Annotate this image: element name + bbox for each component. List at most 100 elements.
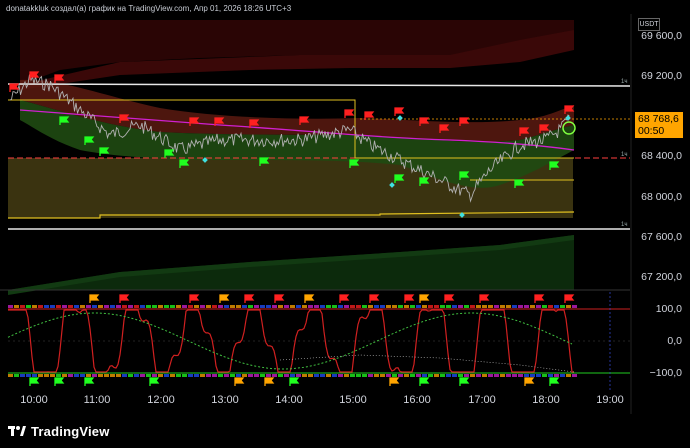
osc-bottom-dot [140,374,145,377]
osc-bottom-dot [500,374,505,377]
white-level-top [7,83,631,87]
price-tick-68000: 68 000,0 [641,191,682,203]
osc-top-dot [110,305,115,308]
tradingview-logo[interactable]: TradingView [8,424,110,439]
osc-top-dot [506,305,511,308]
osc-top-dot [488,305,493,308]
time-tick-1000: 10:00 [20,394,48,406]
osc-bottom-dot [440,374,445,377]
osc-bottom-dot [452,374,457,377]
price-tick-67200: 67 200,0 [641,271,682,283]
osc-bottom-dot [542,374,547,377]
osc-orange-flag [89,294,100,303]
osc-bottom-dot [308,374,313,377]
osc-top-dot [404,305,409,308]
osc-top-dot [140,305,145,308]
osc-bottom-dot [326,374,331,377]
osc-top-dot [476,305,481,308]
osc-buy-flag [54,377,65,386]
osc-sell-flag [339,294,350,303]
osc-bottom-dot [572,374,577,377]
osc-bottom-dot [122,374,127,377]
osc-top-dot [62,305,67,308]
osc-bottom-dot [104,374,109,377]
osc-top-dot [26,305,31,308]
osc-top-dot [176,305,181,308]
osc-top-dot [524,305,529,308]
osc-top-dot [350,305,355,308]
osc-bottom-dot [356,374,361,377]
osc-top-dot [302,305,307,308]
osc-top-dot [500,305,505,308]
osc-bottom-dot [380,374,385,377]
osc-bottom-dot [176,374,181,377]
osc-top-dot [416,305,421,308]
osc-bottom-dot [488,374,493,377]
osc-bottom-dot [62,374,67,377]
osc-top-dot [92,305,97,308]
osc-bottom-dot [506,374,511,377]
osc-top-dot [296,305,301,308]
current-price-tag: 68 768,6 00:50 [635,112,683,138]
osc-bottom-dot [20,374,25,377]
osc-top-dot [32,305,37,308]
osc-top-dot [8,305,13,308]
osc-top-dot [458,305,463,308]
osc-bottom-dot [152,374,157,377]
osc-top-dot [464,305,469,308]
osc-bottom-dot [284,374,289,377]
time-tick-1400: 14:00 [275,394,303,406]
osc-bottom-dot [314,374,319,377]
osc-bottom-dot [560,374,565,377]
osc-top-dot [356,305,361,308]
osc-bottom-dot [38,374,43,377]
osc-sell-flag [534,294,545,303]
osc-top-dot [170,305,175,308]
osc-top-dot [338,305,343,308]
osc-top-dot [248,305,253,308]
osc-top-dot [392,305,397,308]
osc-bottom-dot [236,374,241,377]
osc-bottom-dot [404,374,409,377]
osc-orange-flag [304,294,315,303]
osc-bottom-dot [362,374,367,377]
osc-bottom-dot [188,374,193,377]
osc-top-dot [548,305,553,308]
osc-top-dot [242,305,247,308]
time-tick-1500: 15:00 [339,394,367,406]
osc-top-dot [446,305,451,308]
osc-top-dot [428,305,433,308]
osc-sell-flag [444,294,455,303]
osc-sell-flag [404,294,415,303]
osc-bottom-dot [296,374,301,377]
osc-sell-flag [244,294,255,303]
osc-bottom-dot [26,374,31,377]
osc-buy-flag [149,377,160,386]
osc-top-dot [368,305,373,308]
osc-top-dot [236,305,241,308]
osc-orange-flag [419,294,430,303]
osc-top-dot [44,305,49,308]
osc-tick-0: 0,0 [667,335,682,347]
sell-flag [9,83,20,92]
osc-bottom-dot [290,374,295,377]
osc-top-dot [182,305,187,308]
chart-canvas[interactable] [0,0,690,448]
osc-orange-low-flag [234,377,245,386]
osc-bottom-dot [218,374,223,377]
osc-bottom-dot [374,374,379,377]
osc-top-dot [518,305,523,308]
osc-bottom-dot [224,374,229,377]
osc-orange-flag [219,294,230,303]
osc-orange-low-flag [524,377,535,386]
osc-top-dot [278,305,283,308]
osc-top-dot [536,305,541,308]
osc-bottom-dot [56,374,61,377]
osc-bottom-dot [116,374,121,377]
time-tick-1100: 11:00 [83,394,111,406]
osc-top-dot [320,305,325,308]
osc-bottom-dot [44,374,49,377]
osc-top-dot [14,305,19,308]
osc-top-dot [386,305,391,308]
price-tick-68400: 68 400,0 [641,150,682,162]
